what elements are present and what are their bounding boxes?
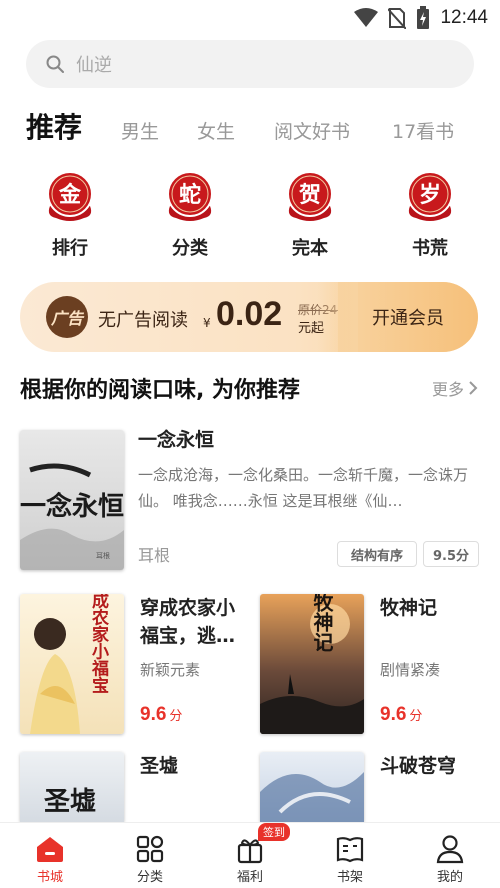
quick-booklack[interactable]: 岁 书荒 <box>385 168 475 260</box>
grid-cover-1[interactable]: 穿成农家小福宝 <box>20 594 124 734</box>
rank-badge-icon: 金 <box>47 171 93 221</box>
bottom-nav: 书城 分类 福利 签到 书架 我的 <box>0 822 500 888</box>
search-placeholder: 仙逆 <box>76 55 112 76</box>
grid-score-2: 9.6 分 <box>380 704 422 726</box>
search-icon <box>46 55 64 73</box>
finished-badge-icon: 贺 <box>287 171 333 221</box>
featured-cover-art: 一念永恒 耳根 <box>20 463 124 570</box>
grid-cover-2-title: 牧神记 <box>310 594 334 652</box>
featured-cover-title: 一念永恒 <box>20 491 124 522</box>
tab-male[interactable]: 男生 <box>121 117 159 144</box>
quick-rank-label: 排行 <box>52 238 88 259</box>
search-input[interactable]: 仙逆 <box>26 40 474 88</box>
grid-title-2[interactable]: 牧神记 <box>380 594 480 622</box>
grid-cover-4-art <box>260 772 364 822</box>
featured-author: 耳根 <box>138 546 171 565</box>
nav-bookshelf[interactable]: 书架 <box>300 823 400 888</box>
grid-score-2-value: 9.6 <box>380 704 407 725</box>
quick-finished[interactable]: 贺 完本 <box>265 168 355 260</box>
rank-badge-char: 金 <box>58 182 82 208</box>
quick-rank[interactable]: 金 排行 <box>25 168 115 260</box>
grid-cover-1-title: 穿成农家小福宝 <box>88 594 110 694</box>
nav-welfare[interactable]: 福利 签到 <box>200 823 300 888</box>
vip-text: 无广告阅读 <box>98 310 188 331</box>
open-vip-label: 开通会员 <box>372 308 444 329</box>
more-label: 更多 <box>431 380 464 399</box>
grid-cover-3-title: 圣墟 <box>44 787 96 817</box>
grid-score-2-unit: 分 <box>409 708 423 723</box>
grid-score-1-unit: 分 <box>169 708 183 723</box>
wifi-icon <box>354 8 379 27</box>
section-title: 根据你的阅读口味, 为你推荐 <box>20 378 301 403</box>
no-sim-icon <box>388 8 407 29</box>
quick-category-label: 分类 <box>172 238 208 259</box>
grid-desc-1: 新颖元素 <box>140 661 201 679</box>
tab-yuewen[interactable]: 阅文好书 <box>274 117 350 144</box>
featured-score-tag: 9.5分 <box>423 541 479 567</box>
category-badge-char: 蛇 <box>179 182 201 208</box>
nav-category-label: 分类 <box>136 870 163 885</box>
nav-welfare-label: 福利 <box>236 870 263 885</box>
grid-cover-2[interactable]: 牧神记 <box>260 594 364 734</box>
nav-mine[interactable]: 我的 <box>400 823 500 888</box>
status-bar: 12:44 <box>0 0 500 36</box>
grid-desc-2: 剧情紧凑 <box>380 661 441 679</box>
booklack-badge-char: 岁 <box>419 182 441 208</box>
quick-finished-label: 完本 <box>292 238 328 259</box>
finished-badge-char: 贺 <box>299 183 321 208</box>
grid-cover-3[interactable]: 圣墟 <box>20 752 124 822</box>
vip-banner[interactable]: 广告 无广告阅读 ¥ 0.02 原价240元 元起 开通会员 <box>20 282 478 352</box>
category-tabs: 推荐 男生 女生 阅文好书 17看书 <box>26 104 476 154</box>
vip-currency: ¥ <box>203 316 211 330</box>
quick-booklack-label: 书荒 <box>412 238 448 259</box>
grid-icon <box>136 835 164 863</box>
signin-badge: 签到 <box>258 823 290 841</box>
nav-category[interactable]: 分类 <box>100 823 200 888</box>
status-time: 12:44 <box>440 7 488 28</box>
chevron-right-icon <box>469 381 478 395</box>
booklack-badge-icon: 岁 <box>407 171 453 221</box>
nav-mine-label: 我的 <box>436 870 463 885</box>
featured-title[interactable]: 一念永恒 <box>138 426 214 454</box>
tab-17kanshu[interactable]: 17看书 <box>392 117 454 144</box>
featured-cover[interactable]: 一念永恒 耳根 <box>20 430 124 570</box>
featured-desc: 一念成沧海，一念化桑田。一念斩千魔，一念诛万仙。 唯我念……永恒 这是耳根继《仙… <box>138 466 469 510</box>
nav-bookshelf-label: 书架 <box>336 870 363 885</box>
more-link[interactable]: 更多 <box>432 376 478 400</box>
nav-bookcity-label: 书城 <box>36 870 63 885</box>
tab-recommend[interactable]: 推荐 <box>26 106 82 146</box>
grid-title-1[interactable]: 穿成农家小福宝，逃… <box>140 594 248 650</box>
open-vip-button[interactable]: 开通会员 <box>318 282 478 352</box>
nav-bookcity[interactable]: 书城 <box>0 823 100 888</box>
grid-score-1: 9.6 分 <box>140 704 182 726</box>
grid-cover-4[interactable] <box>260 752 364 822</box>
no-ad-icon: 广告 <box>46 296 88 338</box>
featured-tag: 结构有序 <box>337 541 417 567</box>
category-badge-icon: 蛇 <box>167 171 213 221</box>
grid-cover-2-art: 牧神记 <box>260 594 364 734</box>
quick-category[interactable]: 蛇 分类 <box>145 168 235 260</box>
grid-cover-1-art: 穿成农家小福宝 <box>30 594 110 734</box>
home-icon <box>37 837 63 862</box>
featured-cover-author: 耳根 <box>96 551 110 560</box>
grid-score-1-value: 9.6 <box>140 704 167 725</box>
vip-price: 0.02 <box>216 295 283 333</box>
grid-cover-3-art: 圣墟 <box>44 787 96 817</box>
person-icon <box>436 835 464 864</box>
tab-female[interactable]: 女生 <box>197 117 235 144</box>
bookshelf-icon <box>336 837 364 863</box>
grid-title-3[interactable]: 圣墟 <box>140 752 178 780</box>
grid-title-4[interactable]: 斗破苍穹 <box>380 752 456 780</box>
battery-charging-icon <box>417 6 430 29</box>
